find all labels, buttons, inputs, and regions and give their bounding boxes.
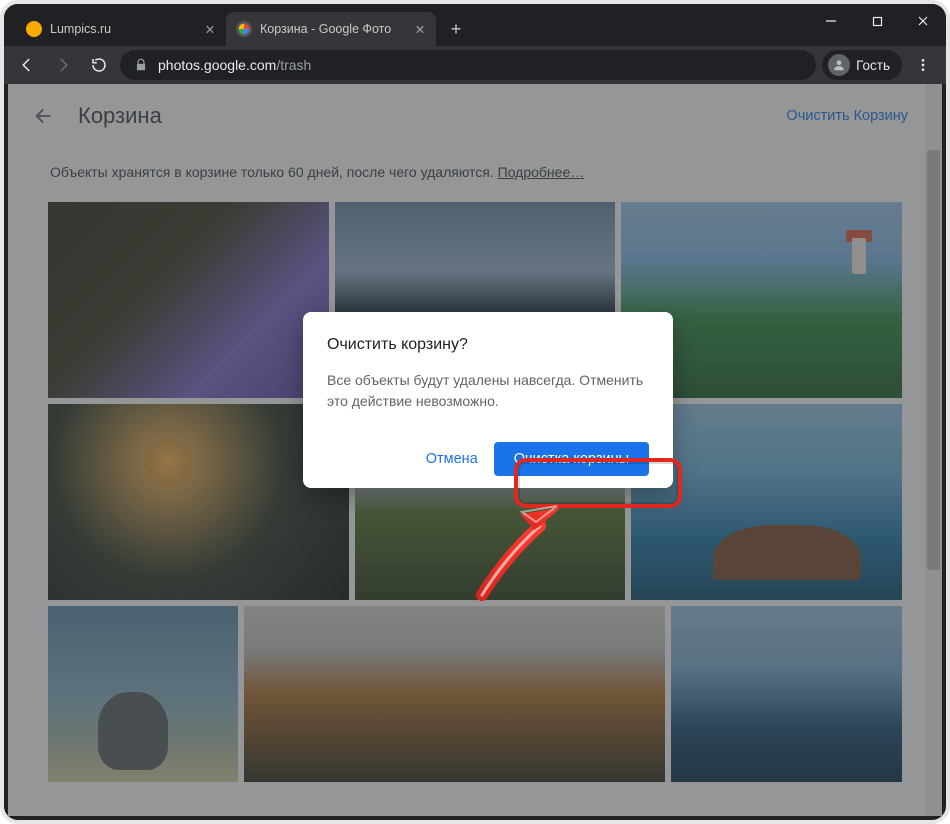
maximize-button[interactable] <box>854 4 900 38</box>
new-tab-button[interactable]: + <box>442 15 470 43</box>
close-window-button[interactable] <box>900 4 946 38</box>
page-content: Корзина Очистить Корзину Объекты хранятс… <box>8 84 942 816</box>
back-button[interactable] <box>12 50 42 80</box>
tab-title: Lumpics.ru <box>50 22 194 36</box>
dialog-body: Все объекты будут удалены навсегда. Отме… <box>327 370 649 412</box>
profile-badge[interactable]: Гость <box>822 50 902 80</box>
close-tab-icon[interactable]: ✕ <box>202 22 218 37</box>
favicon-google-photos <box>236 21 252 37</box>
tab-strip: Lumpics.ru ✕ Корзина - Google Фото ✕ + <box>4 4 946 46</box>
tab-title: Корзина - Google Фото <box>260 22 404 36</box>
lock-icon <box>134 58 148 72</box>
forward-button[interactable] <box>48 50 78 80</box>
close-tab-icon[interactable]: ✕ <box>412 22 428 37</box>
tab-lumpics[interactable]: Lumpics.ru ✕ <box>16 12 226 46</box>
confirm-empty-button[interactable]: Очистка корзины <box>494 442 649 476</box>
cancel-button[interactable]: Отмена <box>414 443 490 475</box>
browser-toolbar: photos.google.com/trash Гость <box>4 46 946 84</box>
profile-label: Гость <box>856 58 890 73</box>
browser-window: Lumpics.ru ✕ Корзина - Google Фото ✕ + <box>0 0 950 824</box>
tab-google-photos[interactable]: Корзина - Google Фото ✕ <box>226 12 436 46</box>
address-bar[interactable]: photos.google.com/trash <box>120 50 816 80</box>
url-text: photos.google.com/trash <box>158 57 311 73</box>
dialog-title: Очистить корзину? <box>327 336 649 354</box>
confirm-empty-trash-dialog: Очистить корзину? Все объекты будут удал… <box>303 312 673 488</box>
minimize-button[interactable] <box>808 4 854 38</box>
window-controls <box>808 4 946 38</box>
avatar-icon <box>828 54 850 76</box>
dialog-actions: Отмена Очистка корзины <box>327 442 649 476</box>
kebab-menu-icon[interactable] <box>908 50 938 80</box>
favicon-lumpics <box>26 21 42 37</box>
reload-button[interactable] <box>84 50 114 80</box>
